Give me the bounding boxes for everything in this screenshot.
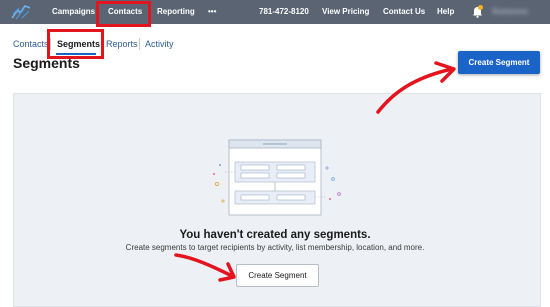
nav-view-pricing[interactable]: View Pricing [322, 0, 369, 24]
nav-contact-us[interactable]: Contact Us [383, 0, 425, 24]
empty-segments-illustration-icon [213, 139, 341, 216]
annotation-arrow-icon [376, 61, 456, 114]
empty-state-title: You haven't created any segments. [179, 229, 371, 241]
contacts-highlight-annotation [96, 1, 151, 27]
create-segment-button-secondary[interactable]: Create Segment [236, 264, 319, 287]
nav-more-menu[interactable]: ••• [208, 0, 216, 24]
top-nav-bar: Campaigns Contacts Reporting ••• 781-472… [0, 0, 550, 24]
notification-badge [478, 5, 483, 10]
annotation-arrow-icon [174, 253, 236, 282]
nav-phone-number: 781-472-8120 [259, 7, 309, 16]
nav-reporting[interactable]: Reporting [157, 0, 195, 24]
empty-state-subtitle: Create segments to target recipients by … [125, 243, 425, 252]
brand-logo-icon[interactable] [10, 4, 32, 20]
page-title: Segments [13, 55, 80, 71]
create-segment-button-primary[interactable]: Create Segment [458, 51, 540, 74]
subnav-divider [139, 38, 140, 50]
subnav-reports[interactable]: Reports [106, 38, 138, 50]
nav-help[interactable]: Help [437, 0, 454, 24]
user-account-menu[interactable]: Someone [492, 0, 528, 24]
subnav-contacts[interactable]: Contacts [13, 38, 49, 50]
subnav-activity[interactable]: Activity [145, 38, 174, 50]
nav-campaigns[interactable]: Campaigns [52, 0, 95, 24]
